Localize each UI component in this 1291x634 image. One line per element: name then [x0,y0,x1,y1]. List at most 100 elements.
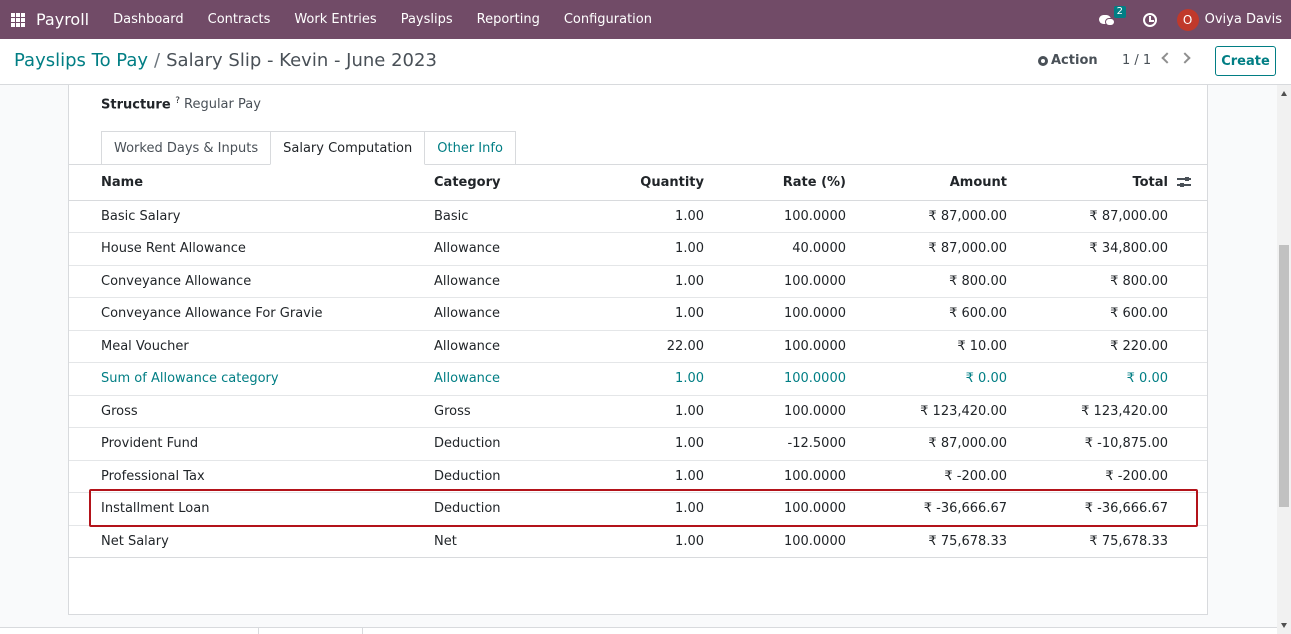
cell-amount: ₹ 600.00 [846,297,1007,331]
cell-total: ₹ 87,000.00 [1007,200,1168,233]
cell-rate: 40.0000 [704,232,846,266]
cell-total: ₹ 600.00 [1007,297,1168,331]
chatter-strip [0,627,1277,634]
column-header-name[interactable]: Name [69,165,434,201]
cell-rate: 100.0000 [704,330,846,363]
cell-category: Net [434,525,604,558]
tab-other-info[interactable]: Other Info [424,131,516,165]
cell-category: Basic [434,200,604,233]
help-tooltip-icon[interactable]: ? [175,96,180,106]
cell-amount: ₹ 75,678.33 [846,525,1007,558]
cell-name: Conveyance Allowance [69,265,434,298]
column-header-amount[interactable]: Amount [846,165,1007,201]
optional-columns-toggle[interactable] [1168,165,1207,201]
cell-amount: ₹ 87,000.00 [846,200,1007,233]
cell-rate: 100.0000 [704,265,846,298]
cell-name: Basic Salary [69,200,434,233]
table-header-row: Name Category Quantity Rate (%) Amount T… [69,165,1207,201]
cell-total: ₹ -10,875.00 [1007,427,1168,461]
column-header-quantity[interactable]: Quantity [604,165,704,201]
table-row[interactable]: House Rent Allowance Allowance 1.00 40.0… [69,232,1207,266]
cell-name: Professional Tax [69,460,434,493]
cell-amount: ₹ 87,000.00 [846,232,1007,266]
table-row[interactable]: Provident Fund Deduction 1.00 -12.5000 ₹… [69,427,1207,461]
scroll-down-arrow-icon[interactable] [1281,623,1287,628]
table-row[interactable]: Professional Tax Deduction 1.00 100.0000… [69,460,1207,493]
cell-quantity: 1.00 [604,297,704,331]
structure-label-text: Structure [101,97,171,113]
cell-total: ₹ -200.00 [1007,460,1168,493]
menu-contracts[interactable]: Contracts [196,12,283,27]
cell-rate: 100.0000 [704,395,846,428]
app-name[interactable]: Payroll [36,10,89,29]
cell-name: House Rent Allowance [69,232,434,266]
cell-quantity: 1.00 [604,427,704,461]
cell-total: ₹ 220.00 [1007,330,1168,363]
chat-count-badge: 2 [1113,5,1126,18]
user-name[interactable]: Oviya Davis [1205,12,1282,27]
table-row[interactable]: Gross Gross 1.00 100.0000 ₹ 123,420.00 ₹… [69,395,1207,428]
cell-rate: 100.0000 [704,200,846,233]
pager-previous-icon[interactable] [1161,52,1173,64]
cell-quantity: 1.00 [604,525,704,558]
structure-value[interactable]: Regular Pay [184,97,261,112]
table-row[interactable]: Conveyance Allowance Allowance 1.00 100.… [69,265,1207,298]
cell-name: Provident Fund [69,427,434,461]
cell-category: Gross [434,395,604,428]
action-label: Action [1051,53,1098,68]
tab-worked-days-inputs[interactable]: Worked Days & Inputs [101,131,272,165]
table-row[interactable]: Sum of Allowance category Allowance 1.00… [69,362,1207,396]
cell-quantity: 1.00 [604,395,704,428]
cell-name: Meal Voucher [69,330,434,363]
cell-rate: 100.0000 [704,460,846,493]
tab-salary-computation[interactable]: Salary Computation [270,131,426,165]
table-row[interactable]: Conveyance Allowance For Gravie Allowanc… [69,297,1207,331]
apps-menu-icon[interactable] [11,12,25,27]
menu-payslips[interactable]: Payslips [389,12,465,27]
cell-category: Allowance [434,362,604,396]
column-header-rate[interactable]: Rate (%) [704,165,846,201]
create-button[interactable]: Create [1215,46,1276,76]
cell-amount: ₹ 10.00 [846,330,1007,363]
cell-quantity: 1.00 [604,265,704,298]
user-avatar[interactable]: O [1176,8,1199,31]
action-dropdown[interactable]: Action [1038,53,1098,68]
menu-reporting[interactable]: Reporting [465,12,552,27]
scroll-up-arrow-icon[interactable] [1281,91,1287,96]
notebook-tabs: Worked Days & Inputs Salary Computation … [101,131,516,165]
chat-icon[interactable]: 2 [1098,5,1126,28]
scrollbar[interactable] [1277,85,1291,634]
cell-total: ₹ 75,678.33 [1007,525,1168,558]
cell-rate: 100.0000 [704,525,846,558]
cell-total: ₹ 800.00 [1007,265,1168,298]
cell-category: Allowance [434,265,604,298]
cell-category: Allowance [434,232,604,266]
activity-clock-icon[interactable] [1142,12,1157,27]
cell-amount: ₹ 0.00 [846,362,1007,396]
breadcrumb: Payslips To Pay / Salary Slip - Kevin - Ju… [14,50,437,71]
column-header-total[interactable]: Total [1007,165,1168,201]
form-sheet: Structure ? Regular Pay Worked Days & In… [68,85,1208,615]
table-row[interactable]: Net Salary Net 1.00 100.0000 ₹ 75,678.33… [69,525,1207,558]
cell-quantity: 1.00 [604,460,704,493]
cell-category: Allowance [434,297,604,331]
pager-next-icon[interactable] [1179,52,1191,64]
breadcrumb-parent[interactable]: Payslips To Pay [14,50,148,71]
menu-configuration[interactable]: Configuration [552,12,664,27]
cell-category: Deduction [434,427,604,461]
scrollbar-thumb[interactable] [1279,245,1289,507]
highlight-box-installment-loan [89,489,1198,527]
pager-value[interactable]: 1 / 1 [1122,53,1151,68]
table-row[interactable]: Meal Voucher Allowance 22.00 100.0000 ₹ … [69,330,1207,363]
column-header-category[interactable]: Category [434,165,604,201]
cell-category: Deduction [434,460,604,493]
cell-amount: ₹ -200.00 [846,460,1007,493]
menu-dashboard[interactable]: Dashboard [101,12,196,27]
top-navbar: Payroll Dashboard Contracts Work Entries… [0,0,1291,39]
table-row[interactable]: Basic Salary Basic 1.00 100.0000 ₹ 87,00… [69,200,1207,233]
cell-rate: 100.0000 [704,297,846,331]
breadcrumb-separator: / [154,50,161,71]
cell-name: Conveyance Allowance For Gravie [69,297,434,331]
menu-work-entries[interactable]: Work Entries [282,12,388,27]
cell-name: Net Salary [69,525,434,558]
